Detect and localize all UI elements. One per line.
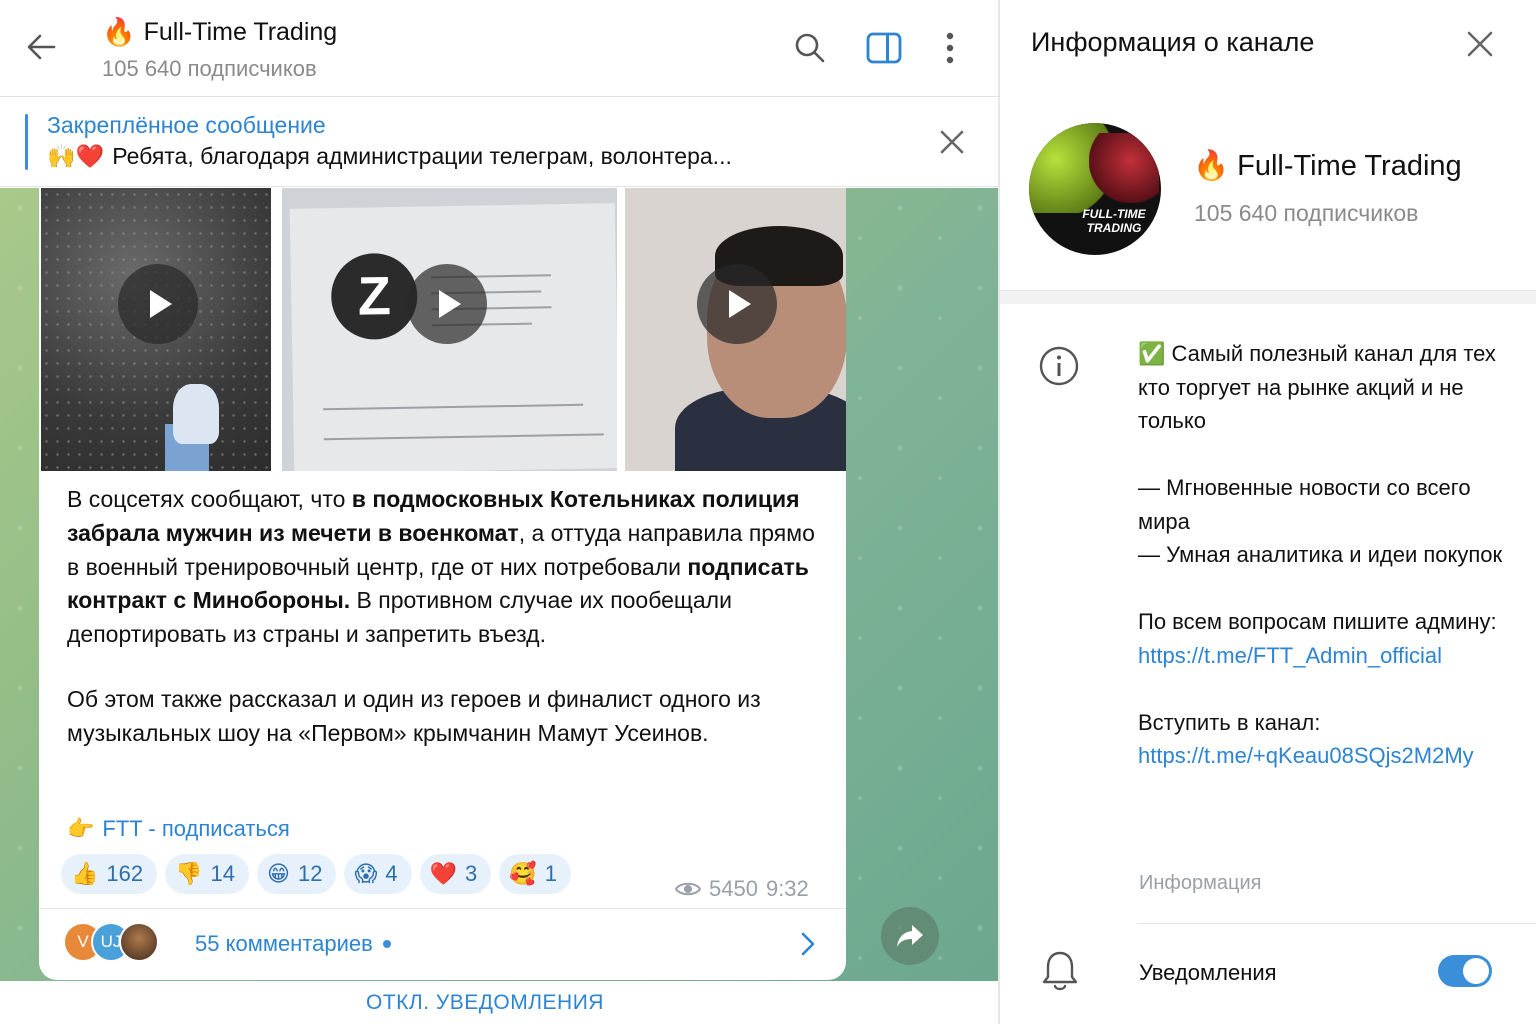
play-icon [118, 264, 198, 344]
row-divider [1138, 923, 1536, 924]
post-paragraph-2: Об этом также рассказал и один из героев… [67, 685, 761, 746]
info-label: Информация [1139, 872, 1262, 894]
panel-title: Информация о канале [1031, 27, 1315, 57]
channel-title[interactable]: 🔥 Full-Time Trading [102, 16, 337, 48]
unread-dot [382, 940, 391, 948]
pin-indicator [25, 114, 28, 170]
video-thumbnail-2[interactable]: Z [282, 188, 617, 471]
z-logo: Z [330, 252, 418, 341]
search-icon [795, 33, 825, 63]
info-channel-name: 🔥 Full-Time Trading [1193, 149, 1462, 183]
message-meta: 5450 9:32 [675, 876, 809, 902]
reaction-scream[interactable]: 😱 4 [344, 854, 412, 894]
message-bubble: Z В соцсетях сообщают, что в подмосковны… [39, 188, 846, 980]
notifications-toggle[interactable] [1438, 955, 1492, 987]
join-link[interactable]: https://t.me/+qKeau08SQjs2M2My [1138, 739, 1508, 773]
reaction-thumbs-down[interactable]: 👎 14 [165, 854, 250, 894]
pointing-hand-icon: 👉 [67, 816, 95, 841]
mute-notifications-button[interactable]: ОТКЛ. УВЕДОМЛЕНИЯ [366, 991, 604, 1015]
reactions-row: 👍 162 👎 14 😁 12 😱 4 ❤️ 3 🥰 1 [61, 854, 571, 894]
info-subscriber-count: 105 640 подписчиков [1194, 200, 1419, 226]
bell-icon [1040, 949, 1080, 998]
back-button[interactable] [20, 26, 62, 68]
more-vertical-icon [946, 32, 954, 64]
chat-header: 🔥 Full-Time Trading 105 640 подписчиков [0, 0, 998, 97]
play-icon [407, 264, 487, 344]
pinned-close-button[interactable] [932, 122, 972, 167]
pinned-title: Закреплённое сообщение [47, 112, 326, 138]
comments-bar[interactable]: V UJ 55 комментариев [39, 908, 846, 980]
reaction-smiling-hearts[interactable]: 🥰 1 [499, 854, 571, 894]
toggle-knob [1463, 958, 1489, 984]
info-icon [1038, 345, 1080, 392]
avatar-text: FULL-TIME TRADING [1082, 207, 1146, 235]
video-thumbnail-3[interactable] [625, 188, 846, 471]
subscriber-count: 105 640 подписчиков [102, 56, 317, 81]
desc-intro: ✅ Самый полезный канал для тех кто торгу… [1138, 341, 1496, 433]
fire-icon: 🔥 [1193, 150, 1230, 182]
comment-avatars: V UJ [63, 922, 159, 962]
pinned-preview: 🙌❤️ Ребята, благодаря администрации теле… [47, 143, 732, 170]
desc-bullet-1: — Мгновенные новости со всего мира [1138, 475, 1471, 534]
share-button[interactable] [881, 907, 939, 965]
channel-avatar[interactable]: FULL-TIME TRADING [1029, 123, 1161, 255]
close-icon [1467, 31, 1493, 57]
channel-info-panel: Информация о канале FULL-TIME TRADING 🔥 … [1000, 0, 1536, 1024]
subscribe-link[interactable]: 👉 FTT - подписаться [67, 816, 290, 842]
view-count: 5450 [709, 876, 758, 901]
channel-description: ✅ Самый полезный канал для тех кто торгу… [1138, 337, 1508, 773]
comments-count: 55 комментариев [195, 931, 391, 957]
more-button[interactable] [928, 26, 972, 70]
chat-footer: ОТКЛ. УВЕДОМЛЕНИЯ [0, 981, 998, 1024]
video-thumbnail-1[interactable] [41, 188, 271, 471]
reaction-grin[interactable]: 😁 12 [257, 854, 337, 894]
search-button[interactable] [788, 26, 832, 70]
desc-join: Вступить в канал: [1138, 709, 1321, 735]
avatar [119, 922, 159, 962]
chat-pane: 🔥 Full-Time Trading 105 640 подписчиков … [0, 0, 998, 1024]
share-arrow-icon [897, 925, 923, 947]
check-icon: ✅ [1138, 341, 1166, 366]
admin-link[interactable]: https://t.me/FTT_Admin_official [1138, 639, 1508, 673]
channel-name: Full-Time Trading [143, 17, 338, 46]
back-arrow-icon [27, 34, 56, 60]
subscribe-label: FTT - подписаться [102, 816, 290, 841]
desc-bullet-2: — Умная аналитика и идеи покупок [1138, 542, 1503, 567]
close-icon [940, 130, 964, 154]
panel-close-button[interactable] [1460, 24, 1500, 64]
pinned-message[interactable]: Закреплённое сообщение 🙌❤️ Ребята, благо… [0, 98, 998, 187]
reaction-thumbs-up[interactable]: 👍 162 [61, 854, 158, 894]
eye-icon [675, 882, 701, 896]
sidebar-panel-icon [866, 32, 902, 64]
post-paragraph-1: В соцсетях сообщают, что в подмосковных … [67, 486, 815, 648]
pinned-emojis: 🙌❤️ [47, 143, 105, 169]
chevron-right-icon [797, 931, 819, 962]
post-text: В соцсетях сообщают, что в подмосковных … [67, 483, 827, 751]
sidebar-toggle-button[interactable] [862, 26, 906, 70]
pinned-text: Ребята, благодаря администрации телеграм… [112, 143, 732, 169]
section-divider [1000, 290, 1536, 304]
notifications-label: Уведомления [1139, 960, 1277, 985]
message-time: 9:32 [765, 876, 809, 901]
play-icon [697, 264, 777, 344]
reaction-heart[interactable]: ❤️ 3 [419, 854, 492, 894]
desc-contact: По всем вопросам пишите админу: [1138, 609, 1497, 634]
fire-icon: 🔥 [102, 17, 136, 47]
